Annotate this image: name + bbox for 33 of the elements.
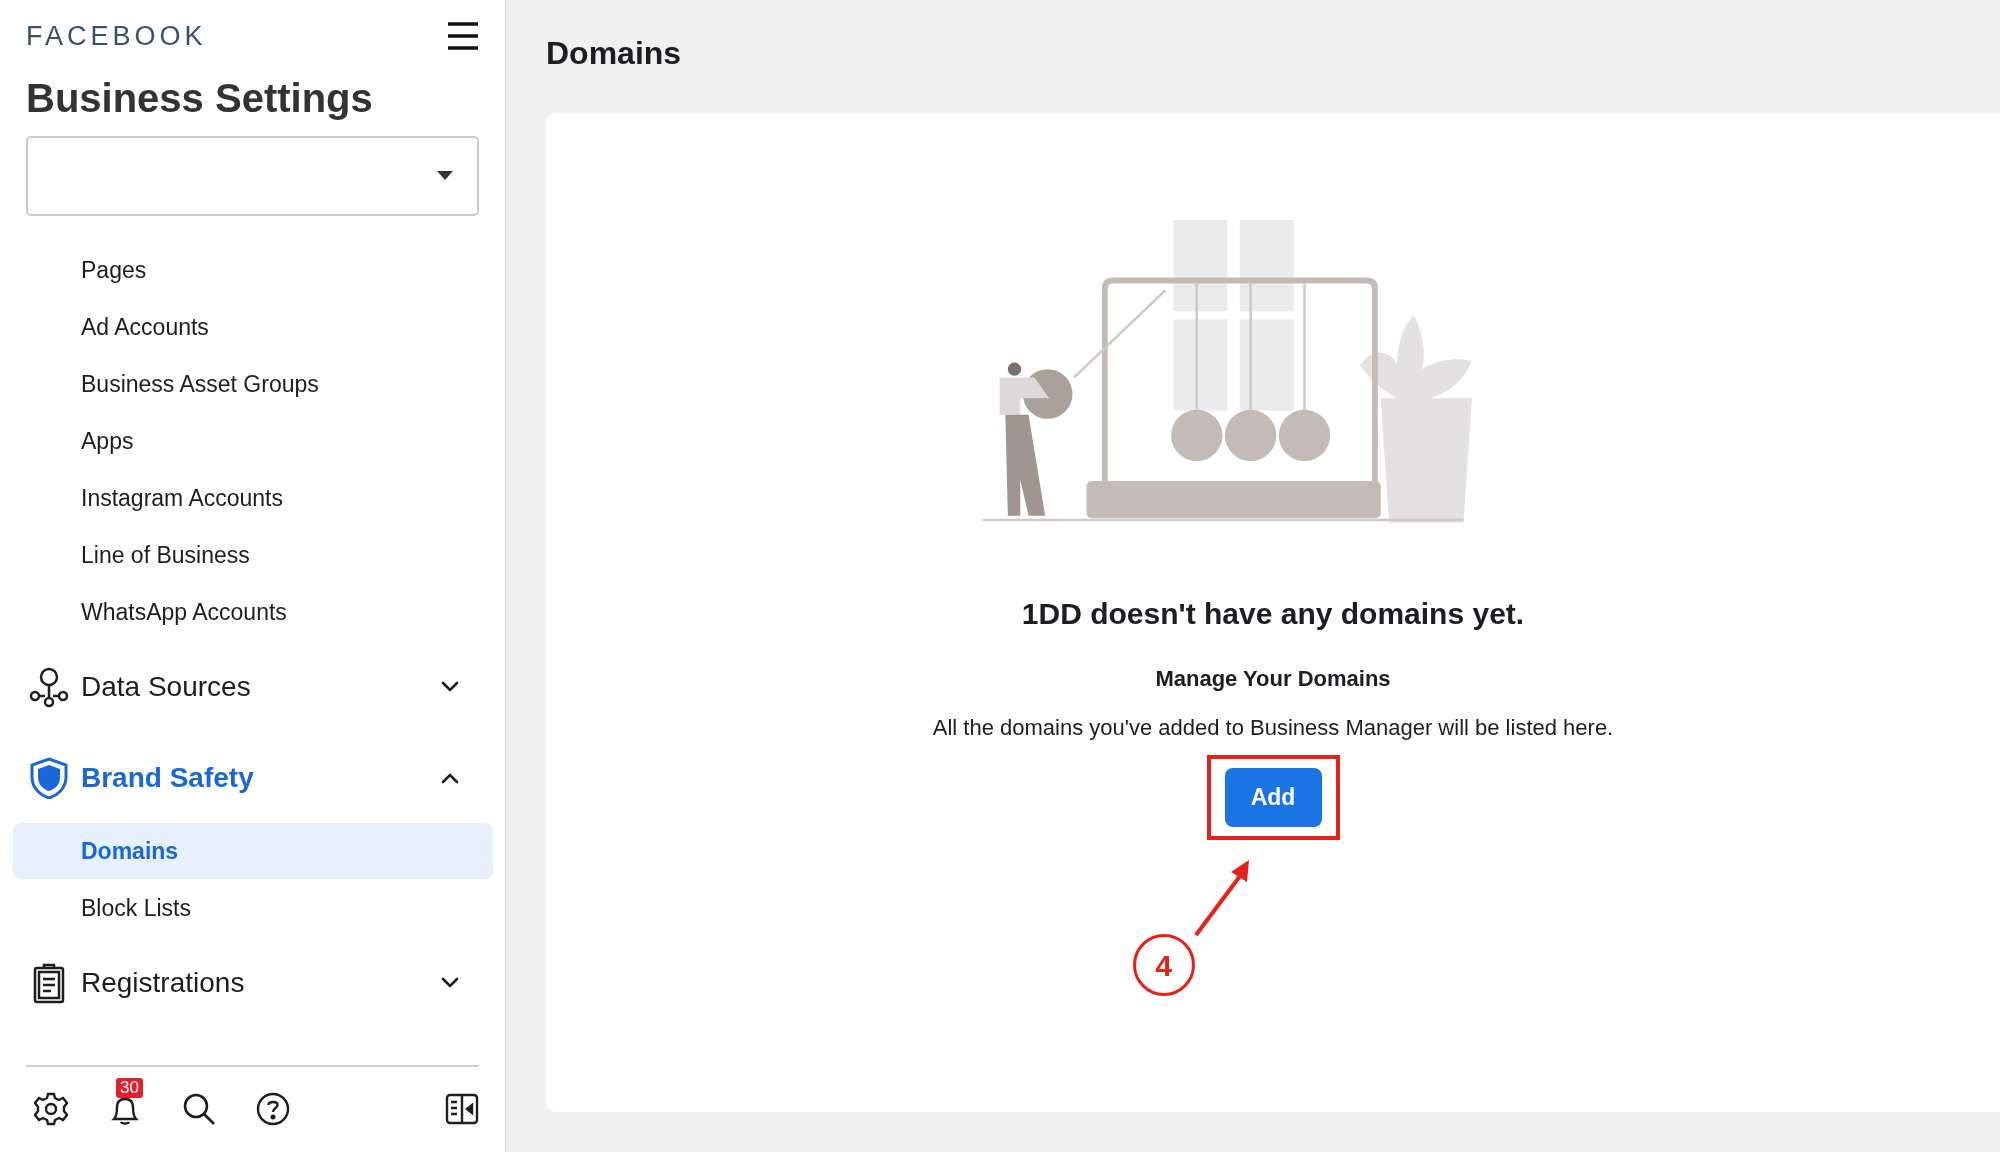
brand-logo: FACEBOOK (26, 19, 207, 53)
empty-state-description: All the domains you've added to Business Manager will be listed here. (932, 714, 1614, 742)
nav-group-header[interactable]: Registrations (26, 937, 479, 1028)
chevron-down-icon (441, 680, 459, 693)
section-title: Domains (546, 33, 683, 73)
help-icon[interactable] (256, 1092, 290, 1126)
chevron-down-icon (441, 976, 459, 989)
nav-item[interactable]: Apps (26, 413, 479, 470)
clipboard-icon (31, 961, 66, 1004)
nav-item[interactable]: WhatsApp Accounts (26, 584, 479, 641)
nav-item[interactable]: Instagram Accounts (26, 470, 479, 527)
step-number-badge: 4 (1132, 934, 1195, 996)
settings-icon[interactable] (34, 1092, 68, 1126)
menu-icon[interactable] (447, 22, 479, 50)
nav-item[interactable]: Domains (13, 823, 493, 879)
add-button[interactable]: Add (1224, 768, 1322, 827)
dropdown-caret-icon (437, 171, 453, 181)
empty-state-subheading: Manage Your Domains (1155, 665, 1391, 693)
nav-item[interactable]: Ad Accounts (26, 299, 479, 356)
nav-item[interactable]: Pages (26, 242, 479, 299)
nav-item[interactable]: Line of Business (26, 527, 479, 584)
empty-state-heading: 1DD doesn't have any domains yet. (1021, 596, 1525, 632)
page-title: Business Settings (26, 75, 374, 122)
collapse-panel-icon[interactable] (445, 1092, 479, 1126)
nav-group-header[interactable]: Brand Safety (26, 732, 479, 823)
chevron-up-icon (441, 771, 459, 784)
nav-group-header[interactable]: Data Sources (26, 641, 479, 732)
search-icon[interactable] (182, 1092, 216, 1126)
nav-item[interactable]: Business Asset Groups (26, 356, 479, 413)
notification-badge: 30 (116, 1078, 143, 1098)
network-icon (27, 665, 70, 708)
nav-item[interactable]: Block Lists (13, 880, 493, 936)
shield-icon (28, 756, 69, 799)
